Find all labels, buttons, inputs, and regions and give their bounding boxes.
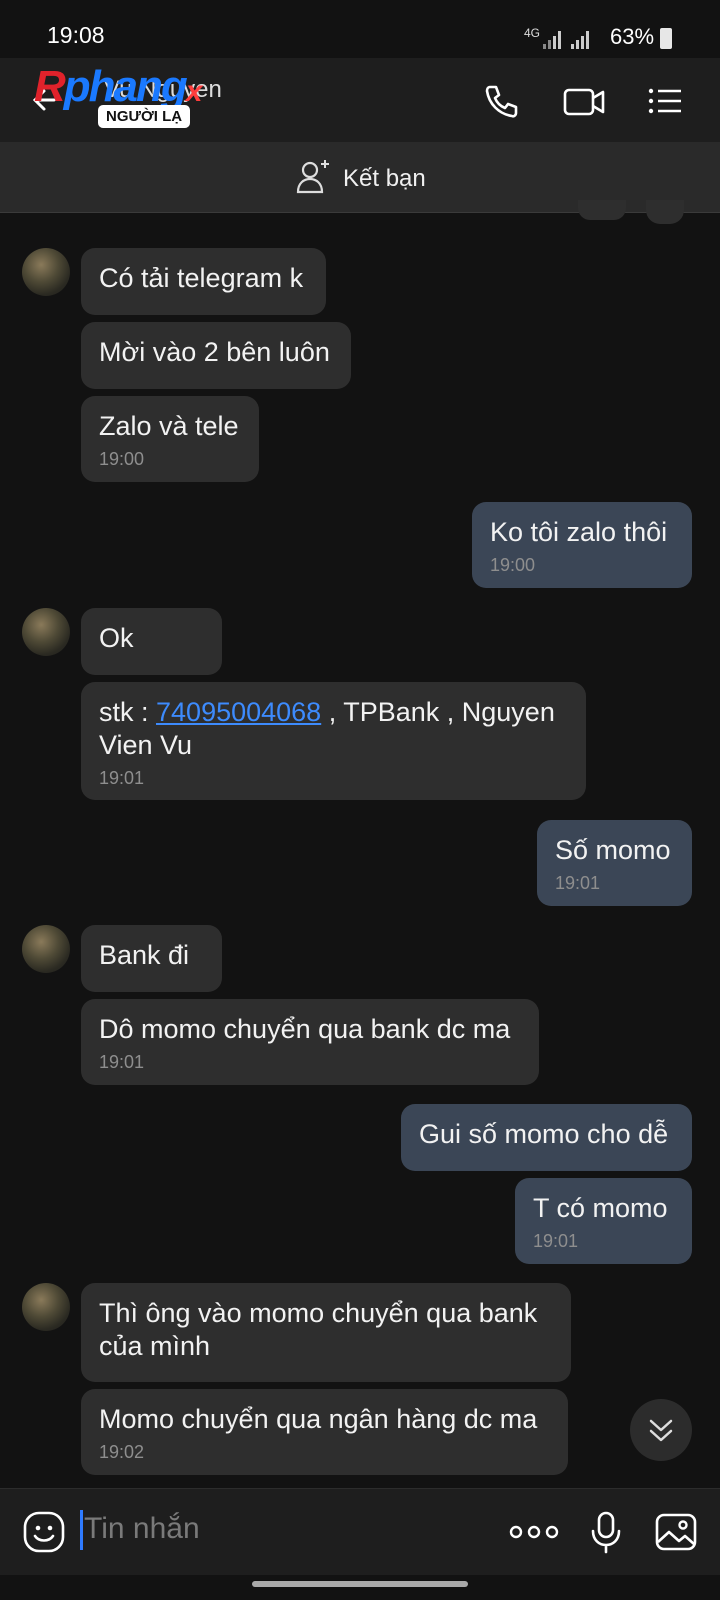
message-text: Zalo và tele	[99, 411, 239, 441]
message-text: Dô momo chuyển qua bank dc ma	[99, 1014, 511, 1044]
message-time: 19:01	[99, 768, 145, 788]
account-number-link[interactable]: 74095004068	[156, 697, 321, 727]
signal-icon	[571, 31, 589, 49]
battery-percent: 63%	[610, 24, 655, 49]
message-time: 19:01	[555, 873, 601, 893]
signal-icon	[543, 31, 561, 49]
menu-list-icon[interactable]	[646, 82, 684, 120]
avatar[interactable]	[22, 925, 70, 973]
message-bubble-incoming[interactable]: Thì ông vào momo chuyển qua bank của mìn…	[81, 1283, 571, 1382]
avatar[interactable]	[22, 608, 70, 656]
image-icon[interactable]	[654, 1510, 698, 1554]
message-text: Mời vào 2 bên luôn	[99, 337, 330, 367]
message-bubble-incoming[interactable]: Ok	[81, 608, 222, 675]
status-time: 19:08	[47, 22, 105, 48]
message-text: của mình	[99, 1331, 211, 1361]
video-camera-icon[interactable]	[562, 82, 606, 120]
message-text: Có tải telegram k	[99, 263, 304, 293]
message-time: 19:00	[99, 449, 145, 469]
message-text-part: , TPBank , Nguyen	[321, 697, 555, 727]
message-bubble-incoming[interactable]: Có tải telegram k	[81, 248, 326, 315]
emoji-icon[interactable]	[22, 1510, 66, 1554]
logo-part: R	[34, 62, 66, 111]
reaction-pill[interactable]	[578, 200, 626, 220]
message-text: stk : 74095004068 , TPBank , Nguyen	[99, 696, 568, 729]
more-dots-icon[interactable]	[506, 1510, 562, 1554]
network-type: 4G	[524, 26, 541, 40]
message-time: 19:01	[533, 1231, 579, 1251]
message-text: Thì ông vào momo chuyển qua bank	[99, 1298, 538, 1328]
message-text: Số momo	[555, 835, 671, 865]
logo-part: x	[185, 75, 203, 108]
logo-part: phang	[63, 62, 188, 111]
message-text: Ko tôi zalo thôi	[490, 517, 668, 547]
message-text-part: stk :	[99, 697, 157, 727]
message-text: T có momo	[533, 1193, 668, 1223]
message-bubble-incoming[interactable]: Dô momo chuyển qua bank dc ma 19:01	[81, 999, 539, 1085]
message-bubble-incoming[interactable]: Mời vào 2 bên luôn	[81, 322, 351, 389]
message-text: Ok	[99, 623, 134, 653]
chevron-double-down-icon	[649, 1419, 673, 1442]
message-time: 19:01	[99, 1052, 145, 1072]
home-indicator[interactable]	[252, 1581, 468, 1587]
message-bubble-outgoing[interactable]: T có momo 19:01	[515, 1178, 692, 1264]
microphone-icon[interactable]	[584, 1510, 628, 1554]
message-bubble-incoming[interactable]: Bank đi	[81, 925, 222, 992]
message-bubble-outgoing[interactable]: Số momo 19:01	[537, 820, 692, 906]
message-time: 19:02	[99, 1442, 145, 1462]
avatar[interactable]	[22, 1283, 70, 1331]
message-text: Bank đi	[99, 940, 190, 970]
text-cursor	[80, 1510, 83, 1550]
message-bubble-outgoing[interactable]: Ko tôi zalo thôi 19:00	[472, 502, 692, 588]
add-friend-icon[interactable]	[296, 158, 332, 194]
reaction-pill[interactable]	[646, 200, 684, 224]
stranger-badge: NGƯỜI LẠ	[98, 105, 191, 128]
message-bubble-outgoing[interactable]: Gui số momo cho dễ	[401, 1104, 692, 1171]
message-text: Momo chuyển qua ngân hàng dc ma	[99, 1404, 538, 1434]
message-bubble-incoming[interactable]: Momo chuyển qua ngân hàng dc ma 19:02	[81, 1389, 568, 1475]
message-bubble-incoming[interactable]: stk : 74095004068 , TPBank , Nguyen Vien…	[81, 682, 586, 800]
message-text: Gui số momo cho dễ	[419, 1119, 669, 1149]
battery-icon	[660, 28, 672, 49]
message-text: Vien Vu	[99, 730, 193, 760]
message-time: 19:00	[490, 555, 536, 575]
add-friend-label[interactable]: Kết bạn	[343, 165, 426, 193]
phone-icon[interactable]	[482, 82, 520, 120]
avatar[interactable]	[22, 248, 70, 296]
message-input[interactable]: Tin nhắn	[84, 1512, 200, 1546]
message-bubble-incoming[interactable]: Zalo và tele 19:00	[81, 396, 259, 482]
scroll-to-bottom-button[interactable]	[630, 1399, 692, 1461]
